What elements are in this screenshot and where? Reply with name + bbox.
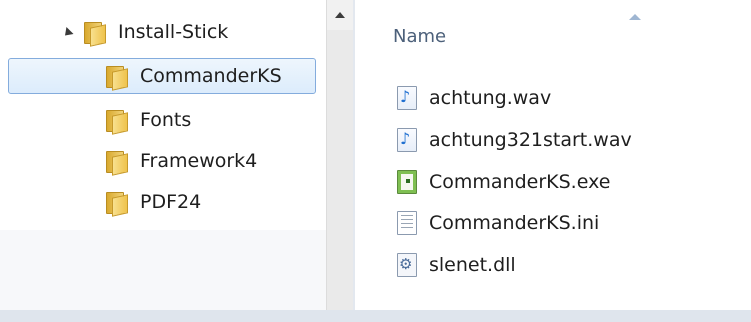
bottom-edge bbox=[0, 310, 751, 322]
file-item-slenet-dll[interactable]: slenet.dll bbox=[397, 249, 516, 281]
sort-ascending-icon bbox=[629, 14, 641, 20]
file-name: CommanderKS.ini bbox=[429, 212, 600, 234]
tree-item-label: CommanderKS bbox=[140, 65, 282, 87]
file-name: CommanderKS.exe bbox=[429, 171, 611, 193]
file-name: achtung.wav bbox=[429, 87, 552, 109]
file-name: achtung321start.wav bbox=[429, 129, 632, 151]
tree-item-label: Install-Stick bbox=[118, 21, 229, 43]
tree-item-commanderks[interactable]: CommanderKS bbox=[8, 58, 316, 94]
folder-icon bbox=[106, 191, 128, 217]
folder-icon bbox=[84, 21, 106, 47]
explorer-window: Install-Stick CommanderKS Fonts Framewor… bbox=[0, 0, 751, 322]
text-file-icon bbox=[397, 211, 417, 235]
audio-file-icon bbox=[397, 86, 417, 110]
folder-icon bbox=[106, 150, 128, 176]
folder-icon bbox=[106, 109, 128, 135]
collapse-arrow-icon[interactable] bbox=[61, 26, 74, 40]
dll-file-icon bbox=[397, 253, 417, 277]
tree-item-pdf24[interactable]: PDF24 bbox=[106, 184, 201, 220]
audio-file-icon bbox=[397, 128, 417, 152]
tree-item-label: Framework4 bbox=[140, 150, 258, 172]
file-name: slenet.dll bbox=[429, 254, 516, 276]
scroll-up-button[interactable] bbox=[327, 0, 353, 30]
executable-icon bbox=[397, 170, 417, 194]
file-item-commanderks-exe[interactable]: CommanderKS.exe bbox=[397, 166, 610, 198]
tree-item-label: Fonts bbox=[140, 109, 192, 131]
tree-item-label: PDF24 bbox=[140, 191, 202, 213]
navigation-pane: Install-Stick CommanderKS Fonts Framewor… bbox=[0, 0, 326, 322]
arrow-up-icon bbox=[335, 12, 345, 18]
tree-item-framework4[interactable]: Framework4 bbox=[106, 143, 257, 179]
column-header-name[interactable]: Name bbox=[393, 26, 446, 47]
file-item-achtung321start-wav[interactable]: achtung321start.wav bbox=[397, 124, 632, 156]
folder-icon bbox=[106, 65, 128, 91]
file-item-commanderks-ini[interactable]: CommanderKS.ini bbox=[397, 207, 599, 239]
tree-item-fonts[interactable]: Fonts bbox=[106, 102, 191, 138]
tree-item-install-stick[interactable]: Install-Stick bbox=[84, 14, 228, 50]
file-list-pane: Name achtung.wav achtung321start.wav Com… bbox=[355, 0, 751, 322]
navigation-scrollbar[interactable] bbox=[326, 0, 353, 322]
file-item-achtung-wav[interactable]: achtung.wav bbox=[397, 82, 551, 114]
